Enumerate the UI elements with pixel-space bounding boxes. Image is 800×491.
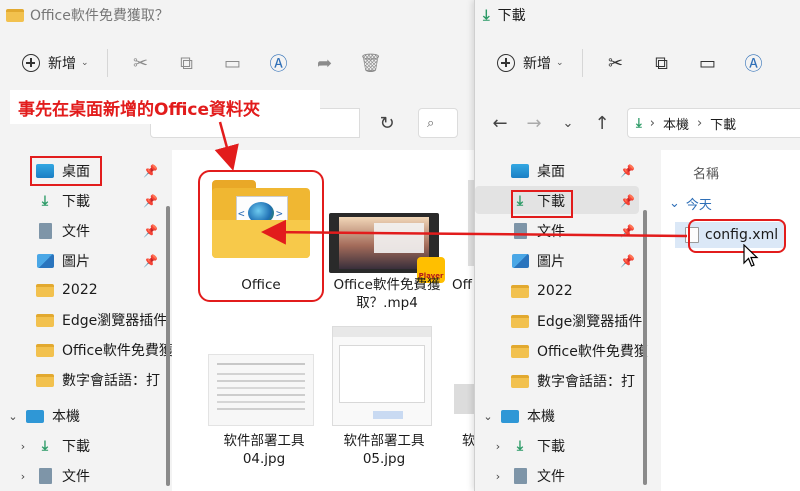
arrow-to-office-folder: [214, 121, 239, 171]
annotation-arrows: [214, 121, 688, 245]
arrow-config-to-office: [261, 219, 688, 245]
